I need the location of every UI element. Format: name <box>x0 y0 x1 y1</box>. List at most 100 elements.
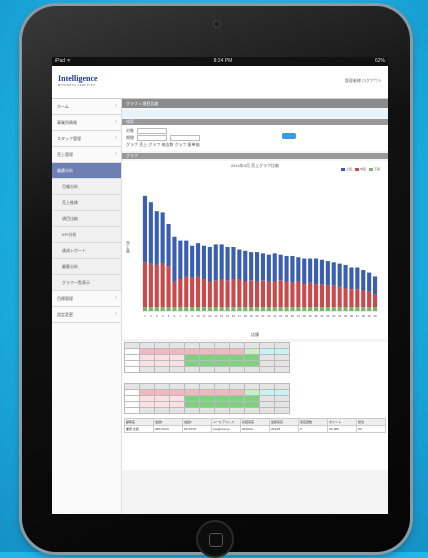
bar-segment <box>166 223 171 267</box>
bar-segment <box>284 307 289 311</box>
home-button[interactable] <box>196 520 234 558</box>
brand-logo[interactable]: Intelligence BUSINESS SERVICES <box>58 74 98 87</box>
background: iPad ᯤ 8:24 PM 62% Intelligence BUSINESS… <box>0 0 428 558</box>
x-tick-label: 13 <box>214 314 218 318</box>
sidebar-item[interactable]: 事業所情報 › <box>52 115 121 131</box>
bar-segment <box>190 245 195 278</box>
x-tick-label: 12 <box>208 314 212 318</box>
customer-table-cell: 090-XXXX <box>153 425 183 433</box>
bar-segment <box>367 291 372 308</box>
sidebar-item-label: ホーム <box>57 104 69 109</box>
search-button[interactable] <box>282 133 296 139</box>
bar-segment <box>142 195 148 263</box>
customer-table-cell: 業者 太郎 <box>124 425 154 433</box>
bar-segment <box>160 263 165 308</box>
x-tick-label: 24 <box>279 314 283 318</box>
sidebar-item-label: 売上管理 <box>57 152 73 157</box>
x-tick-label: 29 <box>308 314 312 318</box>
x-tick-label: 39 <box>367 314 371 318</box>
customer-table-row: 業者 太郎 090-XXXX 03-XXXX xxx@xxxx.jp 2013/12 20… <box>124 425 386 433</box>
sidebar-item[interactable]: 売上管理 › <box>52 147 121 163</box>
status-time: 8:24 PM <box>213 58 233 64</box>
table-cell <box>274 407 290 414</box>
bar-segment <box>254 281 260 308</box>
sidebar-item[interactable]: 達成レポート <box>52 243 121 259</box>
sidebar-item[interactable]: 設定変更 › <box>52 307 121 323</box>
table-cell <box>229 407 245 414</box>
customer-table: 顧客名 電話1 電話2 メールアドレス 初回来店 最終来店 来店回数 ポイント 担当 業者 太郎 0… <box>124 418 386 433</box>
x-tick-label: 34 <box>338 314 342 318</box>
bar-segment <box>184 276 189 308</box>
comparison-tables: 顧客名 電話1 電話2 メールアドレス 初回来店 最終来店 来店回数 ポイント 担当 業者 太郎 0… <box>122 342 388 470</box>
bar-segment <box>178 279 183 308</box>
bar-segment <box>308 307 313 311</box>
x-tick-label: 32 <box>326 314 330 318</box>
x-tick-label: 28 <box>303 314 307 318</box>
sidebar-item[interactable]: KPI分析 <box>52 227 121 243</box>
bar-segment <box>278 280 283 308</box>
table-cell <box>139 366 155 373</box>
bar-segment <box>225 280 230 308</box>
bar-segment <box>343 264 348 288</box>
sidebar-item-label: 項目比較 <box>62 216 78 221</box>
bar-segment <box>367 307 372 311</box>
bar-segment <box>278 307 283 311</box>
bar-segment <box>272 307 277 311</box>
sidebar-item-label: 事業所情報 <box>57 120 77 125</box>
sidebar-item[interactable]: 顧客分析 <box>52 259 121 275</box>
bar-segment <box>337 263 342 287</box>
bar-segment <box>325 307 330 311</box>
bar-segment <box>343 307 348 311</box>
bar-segment <box>219 244 224 279</box>
sidebar-item[interactable]: スタッフ管理 › <box>52 131 121 147</box>
bar-segment <box>319 284 325 308</box>
user-info[interactable]: 管理者様 ログアウト <box>345 78 382 84</box>
x-tick-label: 21 <box>261 314 265 318</box>
x-tick-label: 38 <box>362 314 366 318</box>
sidebar-item[interactable]: ホーム › <box>52 99 121 115</box>
x-tick-label: 30 <box>314 314 318 318</box>
customer-table-cell: 2014/3 <box>269 425 299 433</box>
chevron-right-icon: › <box>115 295 117 301</box>
bar-segment <box>284 281 289 308</box>
bar-segment <box>249 252 254 281</box>
sidebar-item[interactable]: 業績分析 › <box>52 163 121 179</box>
bar-segment <box>302 307 307 311</box>
x-tick-label: 8 <box>185 314 187 318</box>
bar-segment <box>302 284 307 308</box>
customer-table-cell: 最終来店 <box>269 418 299 426</box>
bar-segment <box>160 307 165 311</box>
graph-options[interactable]: グラフ 売上 グラフ 来店数 グラフ 客単価 <box>126 141 384 148</box>
customer-table-cell: 電話1 <box>153 418 183 426</box>
bar-segment <box>213 244 218 281</box>
x-tick-label: 2 <box>150 314 152 318</box>
bar-segment <box>207 281 212 308</box>
bar-segment <box>142 307 148 311</box>
bar-segment <box>367 272 372 292</box>
sidebar-item-label: 業績分析 <box>57 168 73 173</box>
bar-segment <box>349 307 354 311</box>
sidebar-item-label: KPI分析 <box>62 232 77 237</box>
sidebar-item[interactable]: グラフ一覧表示 <box>52 275 121 291</box>
sidebar-item[interactable]: 月報分析 <box>52 179 121 195</box>
bar-segment <box>243 307 248 311</box>
bar-segment <box>154 211 159 265</box>
chart-panel: 2014年3月 売上グラフ比較 上段 中段 下段 売上高 1 2 3 4 5 6 7 8 9 10 11… <box>122 161 388 339</box>
table-row <box>124 407 290 414</box>
x-tick-label: 40 <box>373 314 377 318</box>
bar-segment <box>219 279 224 308</box>
sidebar-item[interactable]: 目標管理 › <box>52 291 121 307</box>
chevron-right-icon: › <box>115 167 117 173</box>
bar-segment <box>266 307 271 311</box>
bar-segment <box>372 294 378 308</box>
sidebar-item[interactable]: 項目比較 <box>52 211 121 227</box>
comparison-table-1 <box>124 342 290 373</box>
status-left: iPad ᯤ <box>55 58 71 64</box>
bar-segment <box>355 289 360 308</box>
sidebar-item[interactable]: 売上推移 <box>52 195 121 211</box>
bar-segment <box>260 280 266 308</box>
x-tick-label: 6 <box>174 314 176 318</box>
table-cell <box>259 407 275 414</box>
bar-segment <box>225 247 230 281</box>
bar-chart: 1 2 3 4 5 6 7 8 9 10 11 12 13 14 15 16 17 18 19 20 21 22 23 24 2… <box>142 195 378 318</box>
